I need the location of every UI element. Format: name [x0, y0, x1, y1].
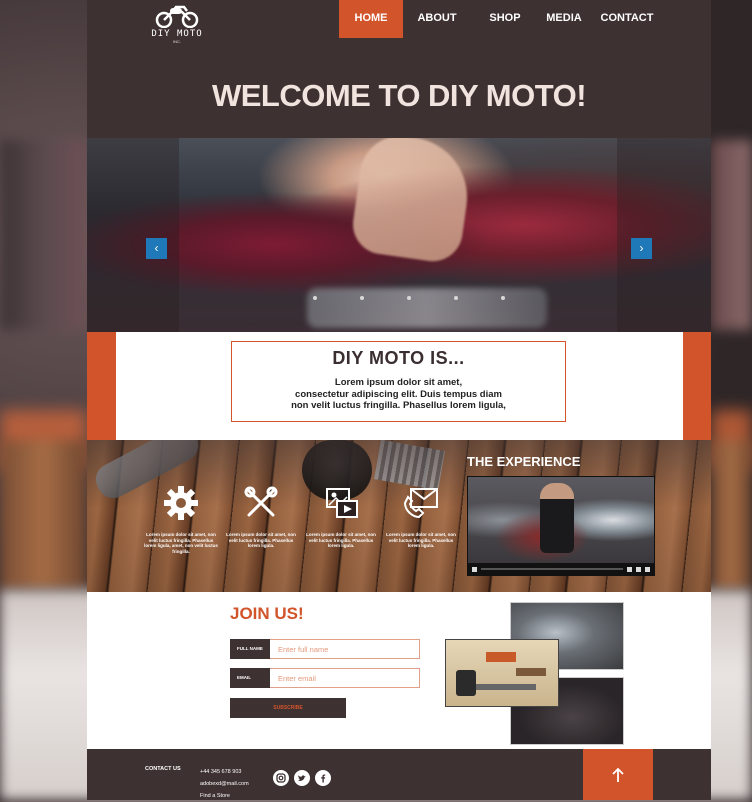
email-field: EMAIL — [230, 668, 420, 688]
slider-next-button[interactable]: › — [631, 238, 652, 259]
page-title: WELCOME TO DIY MOTO! — [211, 78, 587, 113]
about-box: DIY MOTO IS... Lorem ipsum dolor sit ame… — [231, 341, 566, 422]
email-label: EMAIL — [230, 668, 270, 688]
gallery-photo — [445, 639, 559, 707]
about-title: DIY MOTO IS... — [332, 348, 465, 368]
twitter-icon[interactable] — [294, 770, 310, 786]
feature-text: Lorem ipsum dolor sit amet, non velit lu… — [306, 532, 376, 548]
full-name-label: FULL NAME — [230, 639, 270, 659]
tools-icon — [244, 486, 278, 517]
accent-bar-right — [683, 332, 711, 440]
footer-email[interactable]: adobexd@mail.com — [200, 778, 249, 790]
fullscreen-icon[interactable] — [645, 566, 650, 572]
nav-shop[interactable]: SHOP — [471, 0, 539, 38]
logo[interactable]: DIY MOTO INC. — [147, 0, 207, 50]
nav-media[interactable]: MEDIA — [539, 0, 589, 38]
feature-item: Lorem ipsum dolor sit amet, non velit lu… — [303, 482, 379, 549]
nav-contact[interactable]: CONTACT — [589, 0, 665, 38]
chevron-right-icon: › — [639, 241, 644, 255]
footer-contact-info: +44 345 678 903 adobexd@mail.com Find a … — [200, 766, 249, 802]
slider-dot[interactable] — [501, 296, 505, 300]
page: DIY MOTO INC. HOME ABOUT SHOP MEDIA CONT… — [87, 0, 711, 800]
main-nav: HOME ABOUT SHOP MEDIA CONTACT — [339, 0, 665, 38]
logo-text: DIY MOTO — [151, 29, 203, 39]
about-section: DIY MOTO IS... Lorem ipsum dolor sit ame… — [87, 332, 711, 440]
slider-dot[interactable] — [454, 296, 458, 300]
social-links — [273, 770, 331, 786]
feature-text: Lorem ipsum dolor sit amet, non velit lu… — [144, 532, 218, 554]
logo-subtext: INC. — [173, 39, 181, 44]
slider-dot[interactable] — [313, 296, 317, 300]
feature-text: Lorem ipsum dolor sit amet, non velit lu… — [226, 532, 296, 548]
footer-find-store[interactable]: Find a Store — [200, 790, 249, 802]
experience-title: THE EXPERIENCE — [467, 454, 581, 469]
feature-item: Lorem ipsum dolor sit amet, non velit lu… — [143, 482, 219, 554]
experience-video[interactable] — [467, 476, 655, 576]
join-title: JOIN US! — [230, 604, 304, 623]
footer-contact-label: CONTACT US — [145, 766, 181, 772]
mail-icon — [403, 488, 438, 519]
footer: CONTACT US +44 345 678 903 adobexd@mail.… — [87, 749, 711, 800]
feature-item: Lorem ipsum dolor sit amet, non velit lu… — [223, 482, 299, 549]
feature-text: Lorem ipsum dolor sit amet, non velit lu… — [386, 532, 456, 548]
video-controls — [468, 563, 654, 575]
about-line: non velit luctus fringilla. Phasellus lo… — [291, 400, 506, 411]
chevron-left-icon: ‹ — [154, 241, 159, 255]
motorcycle-icon — [155, 5, 199, 28]
feature-item: Lorem ipsum dolor sit amet, non velit lu… — [383, 482, 459, 549]
nav-home[interactable]: HOME — [339, 0, 403, 38]
email-input[interactable] — [270, 668, 420, 688]
full-name-input[interactable] — [270, 639, 420, 659]
hero-image — [349, 138, 475, 266]
nav-about[interactable]: ABOUT — [403, 0, 471, 38]
gear-icon — [164, 486, 198, 520]
arrow-up-icon — [612, 767, 624, 782]
volume-icon[interactable] — [627, 566, 632, 572]
full-name-field: FULL NAME — [230, 639, 420, 659]
features-section: Lorem ipsum dolor sit amet, non velit lu… — [87, 440, 711, 592]
footer-phone[interactable]: +44 345 678 903 — [200, 766, 249, 778]
accent-bar-left — [87, 332, 116, 440]
slider-dots — [87, 296, 711, 300]
play-icon[interactable] — [472, 566, 477, 572]
video-progress[interactable] — [481, 568, 623, 570]
about-line: consectetur adipiscing elit. Duis tempus… — [295, 388, 502, 400]
slider-prev-button[interactable]: ‹ — [146, 238, 167, 259]
about-line: Lorem ipsum dolor sit amet, — [334, 377, 463, 388]
slider-dot[interactable] — [407, 296, 411, 300]
back-to-top-button[interactable] — [583, 749, 653, 800]
media-icon — [326, 488, 358, 518]
instagram-icon[interactable] — [273, 770, 289, 786]
facebook-icon[interactable] — [315, 770, 331, 786]
hero-slider: ‹ › — [87, 138, 711, 332]
slider-dot[interactable] — [360, 296, 364, 300]
subscribe-button[interactable]: SUBSCRIBE — [230, 698, 346, 718]
settings-icon[interactable] — [636, 566, 641, 572]
join-section: JOIN US! FULL NAME EMAIL SUBSCRIBE — [87, 592, 711, 749]
